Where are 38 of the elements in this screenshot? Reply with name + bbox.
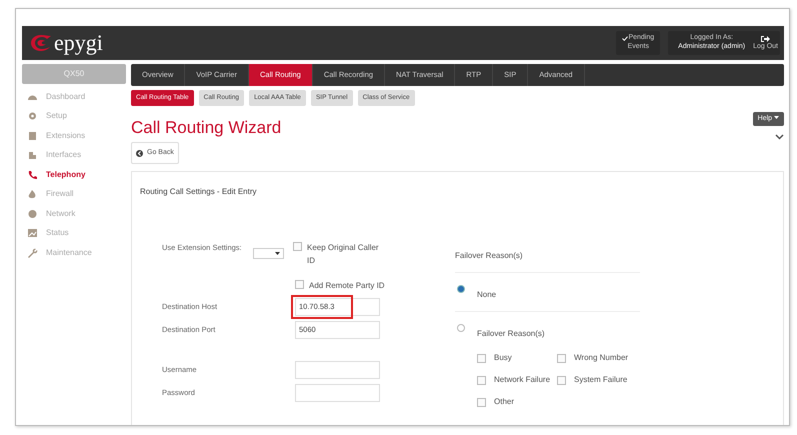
device-label: QX50 <box>22 64 126 84</box>
section-title: Failover Reason(s) <box>455 250 524 262</box>
back-arrow-icon <box>136 150 143 156</box>
checkbox[interactable] <box>295 280 304 289</box>
checkbox[interactable] <box>293 242 302 252</box>
option-label: Failover Reason(s) <box>477 328 546 340</box>
logout-icon <box>761 34 770 43</box>
caret-icon <box>275 252 280 256</box>
option-label: None <box>477 289 496 302</box>
gear-icon <box>27 111 38 122</box>
wrench-icon <box>27 248 38 258</box>
checkbox[interactable] <box>477 354 486 363</box>
caret-icon <box>774 116 779 120</box>
panel-title: Routing Call Settings - Edit Entry <box>140 186 258 198</box>
checkbox-label: Busy <box>494 352 512 364</box>
logo-icon <box>30 34 52 52</box>
chevron-down-icon[interactable] <box>775 134 784 140</box>
checkbox-label: Other <box>494 396 514 408</box>
checkbox[interactable] <box>477 376 486 385</box>
checkbox-label: Keep Original Caller ID <box>307 242 380 268</box>
radio-button[interactable] <box>457 324 465 332</box>
checkbox-label: Add Remote Party ID <box>309 280 385 292</box>
checkbox[interactable] <box>557 376 566 385</box>
checkbox-label: System Failure <box>574 374 628 386</box>
page-title: Call Routing Wizard <box>131 118 282 138</box>
check-icon <box>622 36 628 42</box>
checkbox[interactable] <box>477 398 486 407</box>
logo-text: epygi <box>54 32 103 54</box>
checkbox-label: Wrong Number <box>574 352 628 364</box>
radio-button[interactable] <box>457 285 465 294</box>
input-field[interactable] <box>295 360 380 379</box>
input-field[interactable] <box>295 384 380 402</box>
checkbox-label: Network Failure <box>494 374 550 386</box>
chart-icon <box>27 228 38 238</box>
checkbox[interactable] <box>557 354 566 363</box>
phone-icon <box>27 170 38 180</box>
select-field[interactable] <box>253 248 284 260</box>
sidebar-item[interactable]: Telephony <box>22 165 126 184</box>
